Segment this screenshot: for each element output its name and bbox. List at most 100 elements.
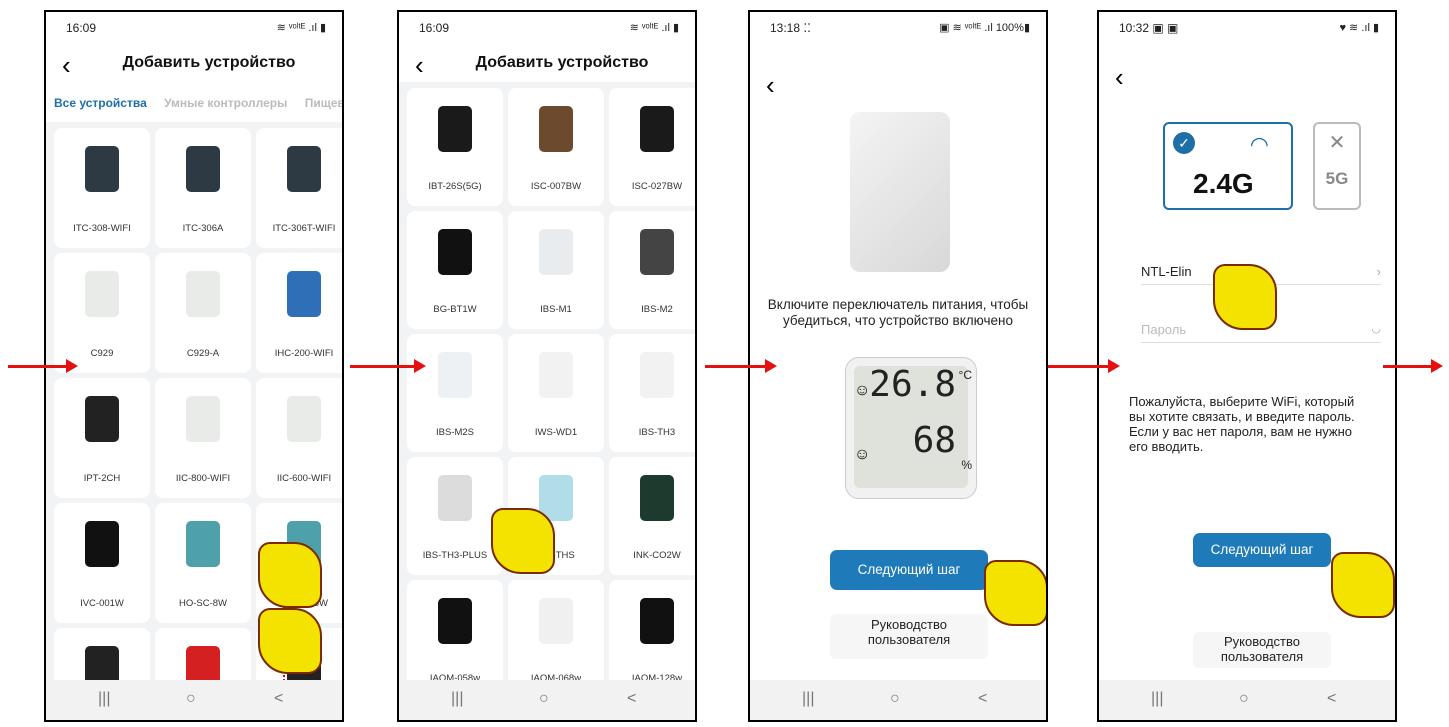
device-label: IHC-200-WIFI <box>274 348 334 359</box>
device-image <box>85 396 119 442</box>
tab-all-devices[interactable]: Все устройства <box>54 96 147 110</box>
device-card[interactable]: ITC-308-WIFI <box>54 128 150 248</box>
flow-arrow-icon <box>1048 359 1120 373</box>
back-arrow-icon[interactable]: ‹ <box>766 72 775 98</box>
nav-back-icon[interactable]: < <box>627 690 636 708</box>
device-image <box>539 229 573 275</box>
system-navbar: ||| ○ < <box>750 680 1046 720</box>
recent-apps-icon[interactable]: ||| <box>98 690 110 708</box>
status-icons: ▣ ≋ ᵛᵒˡᵗᴱ .ıl 100%▮ <box>939 22 1030 34</box>
home-icon[interactable]: ○ <box>890 690 900 708</box>
device-label: IBS-TH3 <box>638 427 676 438</box>
category-tabs: Все устройства Умные контроллеры Пищевы <box>54 96 342 110</box>
device-card[interactable]: IBS-M2 <box>609 211 695 329</box>
password-field[interactable]: Пароль <box>1141 322 1186 337</box>
device-card[interactable]: IBS-TH3 <box>609 334 695 452</box>
device-image <box>287 146 321 192</box>
band-5g-label: 5G <box>1325 169 1349 188</box>
device-image <box>287 271 321 317</box>
device-card[interactable]: IPT-2CH <box>54 378 150 498</box>
device-card[interactable]: HO-SC-8W <box>155 503 251 623</box>
device-label: ITC-306A <box>182 223 224 234</box>
device-label: BG-BT1W <box>433 304 477 315</box>
phone-screen-device-list: 16:09 ≋ ᵛᵒˡᵗᴱ .ıl ▮ ‹ Добавить устройств… <box>44 10 344 722</box>
device-card[interactable]: IBS-M2S <box>407 334 503 452</box>
device-card[interactable]: IBT-26S(5G) <box>407 88 503 206</box>
device-card[interactable]: IIC-600-WIFI <box>256 378 342 498</box>
status-time: 16:09 <box>419 21 450 35</box>
device-card[interactable]: IWS-WD1 <box>508 334 604 452</box>
tab-food[interactable]: Пищевы <box>305 96 342 110</box>
nav-back-icon[interactable]: < <box>978 690 987 708</box>
device-image <box>539 352 573 398</box>
device-label: IBS-M2S <box>435 427 474 438</box>
page-title: Добавить устройство <box>122 54 296 71</box>
device-image <box>85 271 119 317</box>
pointing-hand-icon <box>1213 264 1277 330</box>
band-24g-card[interactable]: ✓ ◠ 2.4G <box>1163 122 1293 210</box>
device-label: HO-SC-8W <box>178 598 228 609</box>
device-card[interactable]: ISC-027BW <box>609 88 695 206</box>
device-image <box>539 598 573 644</box>
status-bar: 13:18 ⁚⁚ ▣ ≋ ᵛᵒˡᵗᴱ .ıl 100%▮ <box>750 12 1046 42</box>
device-label: ISC-027BW <box>631 181 683 192</box>
next-step-button[interactable]: Следующий шаг <box>1193 533 1331 567</box>
device-image <box>186 271 220 317</box>
thermometer-image: ☺ ☺ 26.8 °C 68 % <box>845 357 977 499</box>
device-image <box>186 396 220 442</box>
nav-back-icon[interactable]: < <box>1327 690 1336 708</box>
page-title: Добавить устройство <box>475 54 649 71</box>
pointing-hand-icon <box>491 508 555 574</box>
chevron-right-icon[interactable]: › <box>1377 264 1381 279</box>
phone-screen-wifi-setup: 10:32 ▣ ▣ ♥ ≋ .ıl ▮ ‹ ✓ ◠ 2.4G ✕ 5G NTL-… <box>1097 10 1397 722</box>
recent-apps-icon[interactable]: ||| <box>1151 690 1163 708</box>
device-card[interactable]: ITC-306A <box>155 128 251 248</box>
device-card[interactable]: IBS-TH3-PLUS <box>407 457 503 575</box>
eye-closed-icon[interactable]: ◡ <box>1371 322 1381 335</box>
device-image <box>438 352 472 398</box>
device-label: IIC-600-WIFI <box>276 473 332 484</box>
device-image <box>539 106 573 152</box>
device-card[interactable]: IVC-001W <box>54 503 150 623</box>
status-bar: 10:32 ▣ ▣ ♥ ≋ .ıl ▮ <box>1099 12 1395 42</box>
device-label: IBS-TH3-PLUS <box>422 550 488 561</box>
back-arrow-icon[interactable]: ‹ <box>1115 64 1124 90</box>
device-card[interactable]: IHC-200-WIFI <box>256 253 342 373</box>
power-instruction: Включите переключатель питания, чтобы уб… <box>767 297 1029 328</box>
device-image <box>438 598 472 644</box>
device-label: IBS-M2 <box>641 304 673 315</box>
device-image <box>640 229 674 275</box>
device-card[interactable]: C929 <box>54 253 150 373</box>
user-guide-button[interactable]: Руководство пользователя <box>1193 632 1331 668</box>
wifi-ssid-field[interactable]: NTL-Elin <box>1141 264 1192 279</box>
pointing-hand-icon <box>1331 552 1395 618</box>
device-card[interactable]: ISC-007BW <box>508 88 604 206</box>
status-time: 13:18 ⁚⁚ <box>770 21 811 35</box>
nav-back-icon[interactable]: < <box>274 690 283 708</box>
device-grid: IBT-26S(5G) ISC-007BW ISC-027BW BG-BT1W IBS-… <box>407 88 695 698</box>
recent-apps-icon[interactable]: ||| <box>451 690 463 708</box>
flow-arrow-icon <box>1383 359 1443 373</box>
home-icon[interactable]: ○ <box>186 690 196 708</box>
flow-arrow-icon <box>705 359 777 373</box>
device-image <box>438 106 472 152</box>
divider <box>1141 342 1381 343</box>
device-card[interactable]: IIC-800-WIFI <box>155 378 251 498</box>
tab-smart-controllers[interactable]: Умные контроллеры <box>164 96 287 110</box>
status-icons: ≋ ᵛᵒˡᵗᴱ .ıl ▮ <box>629 22 679 34</box>
recent-apps-icon[interactable]: ||| <box>802 690 814 708</box>
humidity-unit: % <box>961 458 972 472</box>
next-step-button[interactable]: Следующий шаг <box>830 550 988 590</box>
home-icon[interactable]: ○ <box>539 690 549 708</box>
device-card[interactable]: BG-BT1W <box>407 211 503 329</box>
humidity-reading: 68 <box>912 420 956 461</box>
status-icons: ≋ ᵛᵒˡᵗᴱ .ıl ▮ <box>276 22 326 34</box>
device-card[interactable]: C929-A <box>155 253 251 373</box>
device-card[interactable]: INK-CO2W <box>609 457 695 575</box>
close-icon: ✕ <box>1328 132 1346 154</box>
device-card[interactable]: ITC-306T-WIFI <box>256 128 342 248</box>
device-card[interactable]: IBS-M1 <box>508 211 604 329</box>
home-icon[interactable]: ○ <box>1239 690 1249 708</box>
wifi-hint-text: Пожалуйста, выберите WiFi, который вы хо… <box>1129 394 1355 454</box>
user-guide-button[interactable]: Руководство пользователя <box>830 614 988 659</box>
